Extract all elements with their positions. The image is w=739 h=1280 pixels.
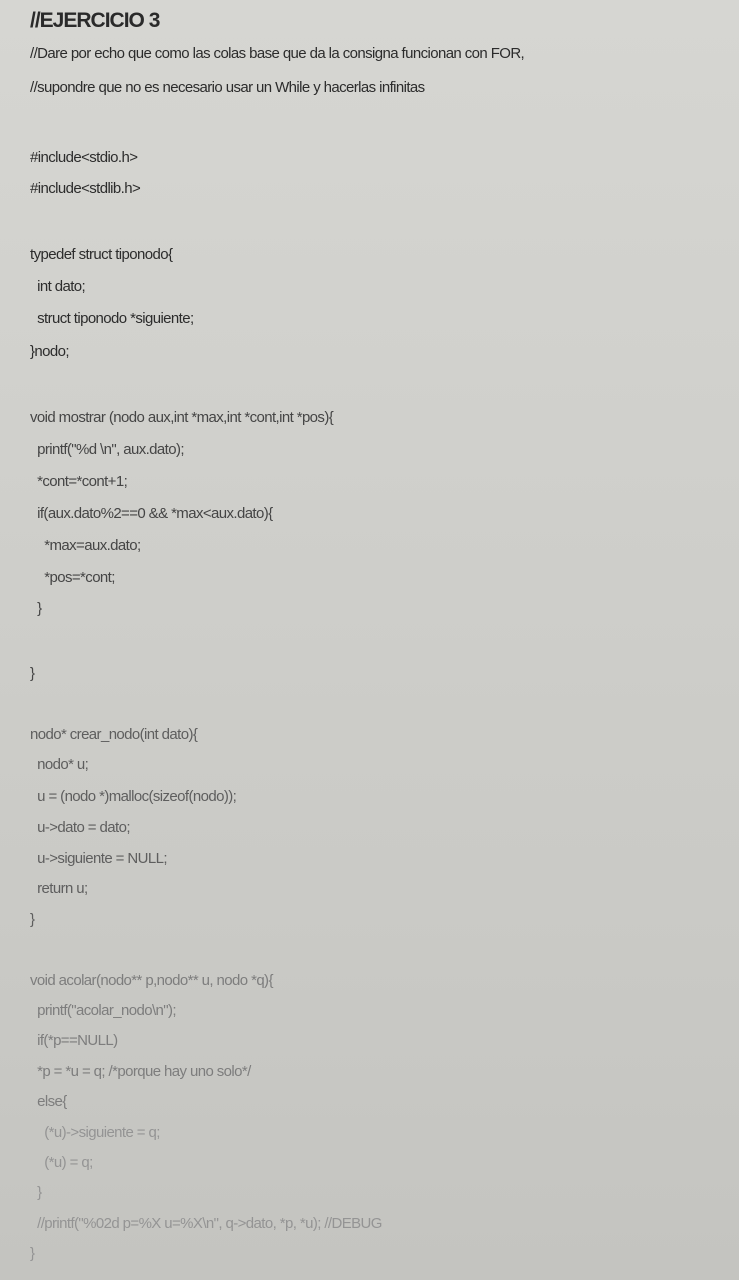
code-line: void acolar(nodo** p,nodo** u, nodo *q){: [30, 972, 273, 989]
code-line: }nodo;: [30, 343, 70, 360]
exercise-title: //EJERCICIO 3: [30, 9, 160, 32]
code-line: *cont=*cont+1;: [30, 473, 128, 490]
code-line: nodo* crear_nodo(int dato){: [30, 726, 198, 743]
code-line: nodo* u;: [30, 756, 89, 773]
code-line: //printf("%02d p=%X u=%X\n", q->dato, *p…: [30, 1215, 382, 1232]
code-line: printf("acolar_nodo\n");: [30, 1002, 176, 1019]
code-line: }: [30, 1245, 35, 1262]
code-line: struct tiponodo *siguiente;: [30, 310, 194, 327]
code-line: }: [30, 911, 35, 928]
comment-line-2: //supondre que no es necesario usar un W…: [30, 79, 425, 96]
code-line: else{: [30, 1093, 67, 1110]
code-line: if(aux.dato%2==0 && *max<aux.dato){: [30, 505, 273, 522]
code-line: void mostrar (nodo aux,int *max,int *con…: [30, 409, 334, 426]
code-line: }: [30, 665, 35, 682]
code-line: }: [30, 600, 42, 617]
code-line: printf("%d \n", aux.dato);: [30, 441, 184, 458]
code-line: return u;: [30, 880, 88, 897]
code-line: (*u) = q;: [30, 1154, 93, 1171]
code-line: if(*p==NULL): [30, 1032, 118, 1049]
code-line: typedef struct tiponodo{: [30, 246, 173, 263]
code-line: *pos=*cont;: [30, 569, 115, 586]
code-line: (*u)->siguiente = q;: [30, 1124, 160, 1141]
include-stdlib: #include<stdlib.h>: [30, 180, 141, 197]
code-line: u = (nodo *)malloc(sizeof(nodo));: [30, 788, 237, 805]
code-line: u->siguiente = NULL;: [30, 850, 167, 867]
comment-line-1: //Dare por echo que como las colas base …: [30, 45, 525, 62]
code-line: *max=aux.dato;: [30, 537, 141, 554]
include-stdio: #include<stdio.h>: [30, 149, 138, 166]
code-document: //EJERCICIO 3 //Dare por echo que como l…: [0, 0, 739, 1280]
code-line: u->dato = dato;: [30, 819, 130, 836]
code-line: int dato;: [30, 278, 86, 295]
code-line: }: [30, 1184, 42, 1201]
code-line: *p = *u = q; /*porque hay uno solo*/: [30, 1063, 251, 1080]
